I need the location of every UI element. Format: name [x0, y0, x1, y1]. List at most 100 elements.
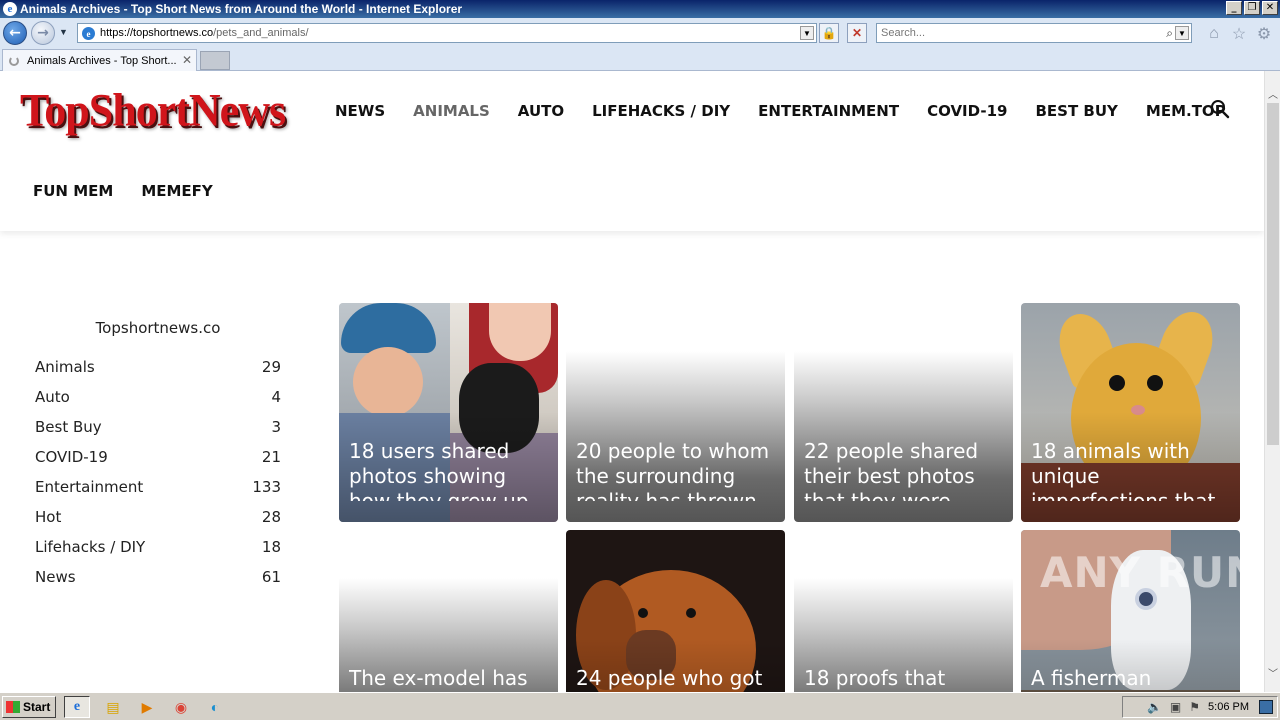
article-title[interactable]: 22 people shared their best photos that …: [804, 439, 1003, 501]
start-button[interactable]: Start: [2, 696, 56, 718]
edge-taskbar-icon[interactable]: ◐: [202, 696, 228, 718]
scroll-up-icon[interactable]: ︿: [1265, 85, 1280, 101]
article-title[interactable]: 18 users shared photos showing how they …: [349, 439, 548, 501]
close-window-button[interactable]: ✕: [1262, 1, 1278, 15]
article-title[interactable]: 24 people who got a: [576, 666, 775, 692]
address-dropdown-icon[interactable]: ▼: [800, 26, 814, 40]
category-item[interactable]: Entertainment 133: [35, 478, 281, 508]
window-controls: _ ❐ ✕: [1226, 1, 1278, 15]
settings-gear-icon[interactable]: ⚙: [1255, 25, 1273, 43]
stop-icon[interactable]: ✕: [847, 23, 867, 43]
flag-icon[interactable]: ⚑: [1189, 700, 1200, 714]
forward-button[interactable]: →: [31, 21, 55, 45]
scrollbar-thumb[interactable]: [1267, 103, 1279, 445]
media-player-taskbar-icon[interactable]: ▶: [134, 696, 160, 718]
address-bar[interactable]: e https://topshortnews.co/pets_and_anima…: [77, 23, 817, 43]
explorer-taskbar-icon[interactable]: ▤: [100, 696, 126, 718]
article-title[interactable]: A fisherman showed: [1031, 666, 1230, 692]
browser-toolbar: ← → ▼ e https://topshortnews.co/pets_and…: [0, 18, 1280, 48]
article-card[interactable]: 20 people to whom the surrounding realit…: [566, 303, 785, 522]
browser-tab[interactable]: Animals Archives - Top Short... ✕: [2, 49, 197, 71]
web-page: TopShortNews NEWS ANIMALS AUTO LIFEHACKS…: [0, 71, 1264, 692]
photo-detail: [353, 347, 423, 417]
history-dropdown-icon[interactable]: ▼: [59, 27, 68, 37]
article-title[interactable]: 20 people to whom the surrounding realit…: [576, 439, 775, 501]
category-count: 133: [252, 478, 281, 496]
url-host: https://topshortnews.co: [100, 27, 214, 39]
category-name[interactable]: Hot: [35, 508, 61, 538]
article-card[interactable]: 18 animals with unique imperfections tha…: [1021, 303, 1240, 522]
category-item[interactable]: News 61: [35, 568, 281, 598]
category-count: 4: [271, 388, 281, 406]
photo-detail: [489, 303, 551, 361]
category-count: 3: [271, 418, 281, 436]
article-card[interactable]: The ex-model has: [339, 530, 558, 692]
anyrun-watermark: ANY RUN: [1040, 548, 1262, 597]
start-label: Start: [23, 700, 51, 714]
windows-logo-icon: [6, 701, 20, 713]
vertical-scrollbar[interactable]: ︿ ﹀: [1264, 71, 1280, 692]
article-card[interactable]: 18 proofs that: [794, 530, 1013, 692]
article-card[interactable]: 22 people shared their best photos that …: [794, 303, 1013, 522]
search-icon[interactable]: ⌕: [1166, 26, 1173, 41]
nav-covid[interactable]: COVID-19: [927, 102, 1007, 120]
nav-memefy[interactable]: MEMEFY: [141, 182, 212, 200]
nav-news[interactable]: NEWS: [335, 102, 385, 120]
new-tab-button[interactable]: [200, 51, 230, 70]
sub-nav: FUN MEM MEMEFY: [33, 182, 241, 200]
nav-auto[interactable]: AUTO: [518, 102, 564, 120]
article-card[interactable]: 18 users shared photos showing how they …: [339, 303, 558, 522]
sidebar-title: Topshortnews.co: [95, 319, 221, 337]
show-desktop-icon[interactable]: [1259, 700, 1273, 714]
category-name[interactable]: Entertainment: [35, 478, 143, 508]
nav-entertainment[interactable]: ENTERTAINMENT: [758, 102, 899, 120]
site-logo[interactable]: TopShortNews: [20, 84, 286, 138]
category-name[interactable]: Best Buy: [35, 418, 102, 448]
restore-button[interactable]: ❐: [1244, 1, 1260, 15]
nav-fun-mem[interactable]: FUN MEM: [33, 182, 113, 200]
nav-animals[interactable]: ANIMALS: [413, 102, 490, 120]
nav-lifehacks[interactable]: LIFEHACKS / DIY: [592, 102, 730, 120]
ie-logo-icon: e: [3, 2, 17, 16]
ie-taskbar-icon[interactable]: e: [64, 696, 90, 718]
search-placeholder: Search...: [881, 27, 926, 39]
tab-title: Animals Archives - Top Short...: [27, 54, 177, 67]
category-item[interactable]: Lifehacks / DIY 18: [35, 538, 281, 568]
browser-search-input[interactable]: Search... ⌕ ▼: [876, 23, 1192, 43]
category-name[interactable]: Lifehacks / DIY: [35, 538, 145, 568]
category-name[interactable]: Auto: [35, 388, 70, 418]
nav-best-buy[interactable]: BEST BUY: [1035, 102, 1117, 120]
article-title[interactable]: 18 animals with unique imperfections tha…: [1031, 439, 1230, 501]
site-header: TopShortNews NEWS ANIMALS AUTO LIFEHACKS…: [0, 71, 1264, 231]
window-title: Animals Archives - Top Short News from A…: [20, 2, 463, 16]
category-count: 21: [261, 448, 281, 466]
back-button[interactable]: ←: [3, 21, 27, 45]
category-item[interactable]: Hot 28: [35, 508, 281, 538]
category-item[interactable]: COVID-19 21: [35, 448, 281, 478]
chrome-taskbar-icon[interactable]: ◉: [168, 696, 194, 718]
category-item[interactable]: Best Buy 3: [35, 418, 281, 448]
lock-icon[interactable]: 🔒: [819, 23, 839, 43]
category-name[interactable]: COVID-19: [35, 448, 108, 478]
volume-icon[interactable]: 🔈: [1147, 700, 1162, 714]
category-count: 61: [261, 568, 281, 586]
article-title[interactable]: The ex-model has: [349, 666, 548, 692]
home-icon[interactable]: ⌂: [1205, 25, 1223, 43]
minimize-button[interactable]: _: [1226, 1, 1242, 15]
category-item[interactable]: Auto 4: [35, 388, 281, 418]
search-dropdown-icon[interactable]: ▼: [1175, 26, 1189, 40]
article-title[interactable]: 18 proofs that: [804, 666, 1003, 692]
site-favicon-icon: e: [82, 27, 95, 40]
site-search-icon[interactable]: [1210, 99, 1230, 119]
network-icon[interactable]: ▣: [1170, 700, 1181, 714]
system-tray: 🔈 ▣ ⚑ 5:06 PM: [1122, 696, 1278, 718]
category-name[interactable]: News: [35, 568, 76, 598]
article-card[interactable]: 24 people who got a: [566, 530, 785, 692]
scroll-down-icon[interactable]: ﹀: [1265, 664, 1280, 680]
photo-detail: [1147, 375, 1163, 391]
clock: 5:06 PM: [1208, 701, 1249, 713]
close-tab-icon[interactable]: ✕: [182, 53, 192, 67]
favorites-star-icon[interactable]: ☆: [1230, 25, 1248, 43]
category-item[interactable]: Animals 29: [35, 358, 281, 388]
category-name[interactable]: Animals: [35, 358, 95, 388]
